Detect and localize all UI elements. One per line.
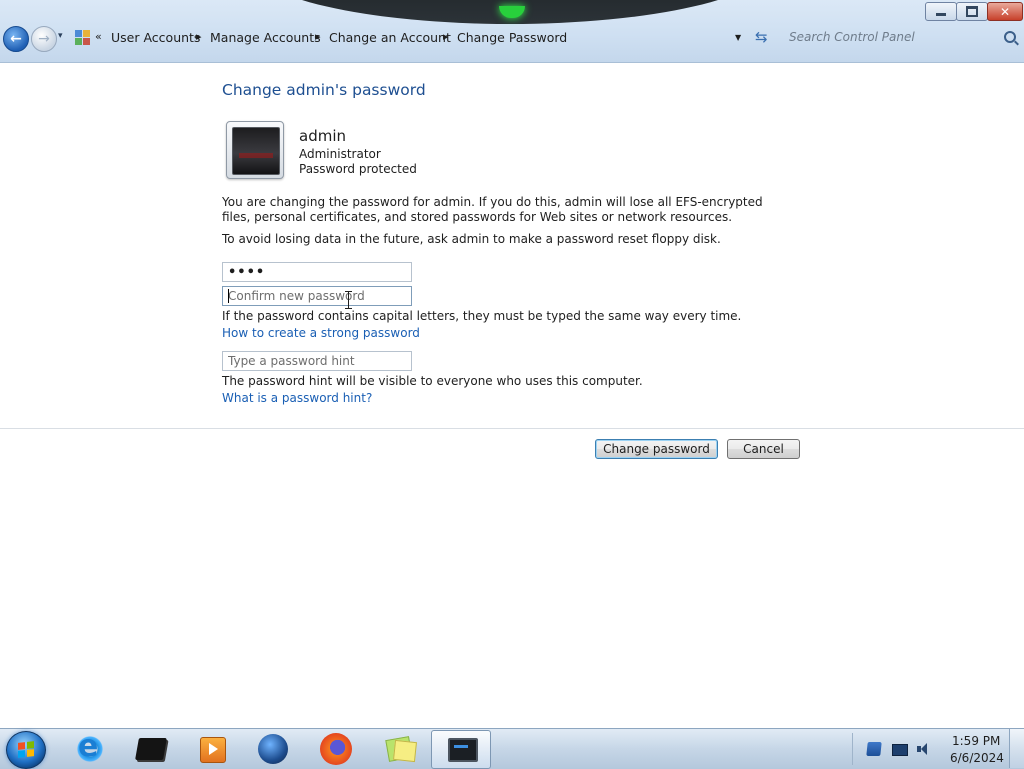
breadcrumb-user-accounts[interactable]: User Accounts: [111, 30, 200, 45]
media-player-icon[interactable]: [195, 732, 229, 766]
internet-explorer-icon[interactable]: [73, 729, 107, 766]
cancel-button[interactable]: Cancel: [727, 439, 800, 459]
refresh-icon[interactable]: ⇆: [755, 28, 768, 46]
breadcrumb-separator-icon[interactable]: ▸: [443, 30, 449, 43]
change-password-button[interactable]: Change password: [595, 439, 718, 459]
window-titlebar: ✕ ← → ▾ « User Accounts ▸ Manage Account…: [0, 0, 1024, 63]
recent-pages-dropdown[interactable]: ▾: [58, 31, 63, 41]
address-dropdown-icon[interactable]: ▼: [735, 33, 741, 42]
page-title: Change admin's password: [222, 81, 426, 99]
breadcrumb-change-password[interactable]: Change Password: [457, 30, 567, 45]
reset-disk-advice: To avoid losing data in the future, ask …: [222, 232, 721, 246]
globe-icon[interactable]: [258, 734, 288, 764]
breadcrumb-manage-accounts[interactable]: Manage Accounts: [210, 30, 321, 45]
breadcrumb-change-an-account[interactable]: Change an Account: [329, 30, 451, 45]
restore-icon: [966, 6, 978, 17]
control-panel-icon: [75, 30, 90, 45]
confirm-password-field[interactable]: [222, 286, 412, 306]
control-panel-icon: [448, 738, 478, 762]
strong-password-link[interactable]: How to create a strong password: [222, 326, 420, 340]
mouse-ibeam-cursor-icon: [345, 291, 352, 309]
breadcrumb-separator-icon[interactable]: ▸: [196, 30, 202, 43]
search-input[interactable]: [780, 27, 1015, 47]
breadcrumb-overflow-button[interactable]: «: [95, 30, 102, 43]
taskbar: 1:59 PM 6/6/2024: [0, 728, 1024, 769]
sticky-notes-icon[interactable]: [383, 732, 417, 766]
app-icon[interactable]: [134, 732, 168, 766]
user-password-status: Password protected: [299, 162, 417, 176]
close-icon: ✕: [999, 4, 1011, 19]
firefox-icon[interactable]: [320, 733, 352, 765]
restore-button[interactable]: [956, 2, 988, 21]
search-box[interactable]: [780, 27, 1020, 49]
clock-time[interactable]: 1:59 PM: [952, 734, 1000, 748]
forward-button[interactable]: →: [31, 26, 57, 52]
search-icon[interactable]: [1004, 31, 1016, 43]
password-hint-field[interactable]: [222, 351, 412, 371]
text-caret: [228, 289, 229, 303]
action-center-icon[interactable]: [866, 742, 882, 756]
close-button[interactable]: ✕: [987, 2, 1023, 21]
back-arrow-icon: ←: [10, 31, 22, 47]
tray-divider: [852, 733, 853, 765]
capital-letters-note: If the password contains capital letters…: [222, 309, 742, 323]
user-avatar: [226, 121, 284, 179]
start-button[interactable]: [6, 731, 46, 769]
minimize-button[interactable]: [925, 2, 957, 21]
user-name: admin: [299, 127, 346, 145]
hint-visibility-note: The password hint will be visible to eve…: [222, 374, 643, 388]
new-password-field[interactable]: [222, 262, 412, 282]
back-button[interactable]: ←: [3, 26, 29, 52]
show-desktop-button[interactable]: [1009, 729, 1024, 768]
volume-icon[interactable]: [916, 742, 930, 756]
user-picture-icon: [232, 127, 280, 175]
minimize-icon: [936, 13, 946, 16]
clock-date[interactable]: 6/6/2024: [950, 751, 1004, 765]
network-icon[interactable]: [892, 744, 908, 756]
forward-arrow-icon: →: [38, 31, 50, 47]
breadcrumb-separator-icon[interactable]: ▸: [315, 30, 321, 43]
taskbar-item-control-panel[interactable]: [431, 730, 491, 769]
user-role: Administrator: [299, 147, 381, 161]
efs-warning-text: You are changing the password for admin.…: [222, 195, 763, 224]
divider: [0, 428, 1024, 429]
password-hint-help-link[interactable]: What is a password hint?: [222, 391, 372, 405]
